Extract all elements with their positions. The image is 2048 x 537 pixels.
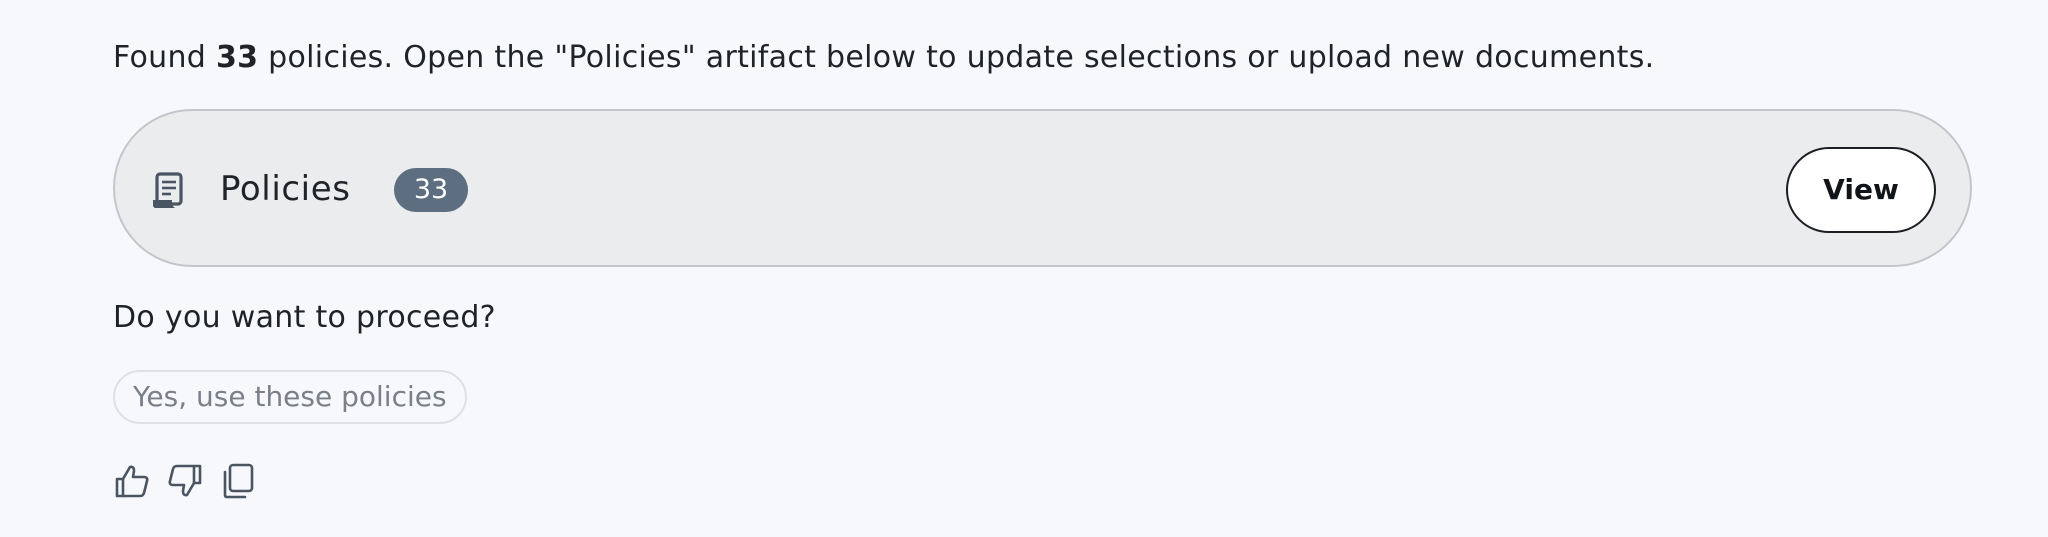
policies-artifact-card[interactable]: Policies 33 View — [113, 109, 1972, 267]
thumbs-up-icon[interactable] — [113, 462, 151, 500]
intro-text: Found 33 policies. Open the "Policies" a… — [113, 38, 1654, 78]
intro-prefix: Found — [113, 40, 207, 75]
intro-count: 33 — [215, 40, 259, 75]
proceed-question: Do you want to proceed? — [113, 300, 496, 335]
view-button[interactable]: View — [1786, 147, 1936, 233]
intro-suffix: policies. Open the "Policies" artifact b… — [268, 40, 1655, 75]
copy-icon[interactable] — [219, 462, 257, 500]
suggestion-yes-use-policies[interactable]: Yes, use these policies — [113, 370, 467, 424]
artifact-title: Policies — [220, 169, 351, 209]
scroll-document-icon — [151, 172, 185, 210]
thumbs-down-icon[interactable] — [166, 462, 204, 500]
policy-count-badge: 33 — [394, 168, 468, 212]
